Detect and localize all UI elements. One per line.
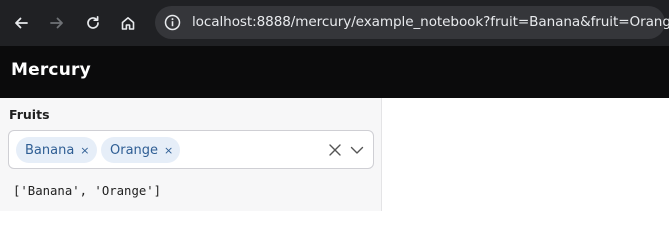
url-path: :8888/mercury/example_notebook?fruit=Ban… xyxy=(252,14,669,30)
browser-toolbar: localhost:8888/mercury/example_notebook?… xyxy=(0,0,669,46)
app-header: Mercury xyxy=(0,46,669,98)
reload-button[interactable] xyxy=(79,9,107,37)
home-icon xyxy=(121,17,135,30)
widget-label: Fruits xyxy=(9,107,50,122)
home-button[interactable] xyxy=(114,9,142,37)
app-title: Mercury xyxy=(11,60,91,80)
forward-icon xyxy=(50,17,63,29)
url-text[interactable]: localhost:8888/mercury/example_notebook?… xyxy=(192,14,669,30)
info-icon[interactable] xyxy=(164,14,181,31)
chip-orange: Orange × xyxy=(101,137,181,163)
clear-all-icon[interactable] xyxy=(327,142,343,158)
reload-icon xyxy=(87,15,99,29)
address-bar[interactable]: localhost:8888/mercury/example_notebook?… xyxy=(155,6,669,39)
back-icon xyxy=(15,17,28,29)
chip-banana: Banana × xyxy=(16,137,97,163)
forward-button[interactable] xyxy=(43,9,71,37)
chip-remove-icon[interactable]: × xyxy=(80,145,89,156)
chip-remove-icon[interactable]: × xyxy=(164,145,173,156)
chip-label: Orange xyxy=(110,142,159,158)
main-content xyxy=(383,98,669,211)
chip-label: Banana xyxy=(25,142,75,158)
chevron-down-icon[interactable] xyxy=(349,142,365,158)
sidebar: Fruits Banana × Orange × ['Banana', 'Ora… xyxy=(0,98,382,211)
output-text: ['Banana', 'Orange'] xyxy=(13,184,162,198)
url-host: localhost xyxy=(192,14,253,30)
fruits-multiselect[interactable]: Banana × Orange × xyxy=(8,130,374,169)
back-button[interactable] xyxy=(7,9,35,37)
